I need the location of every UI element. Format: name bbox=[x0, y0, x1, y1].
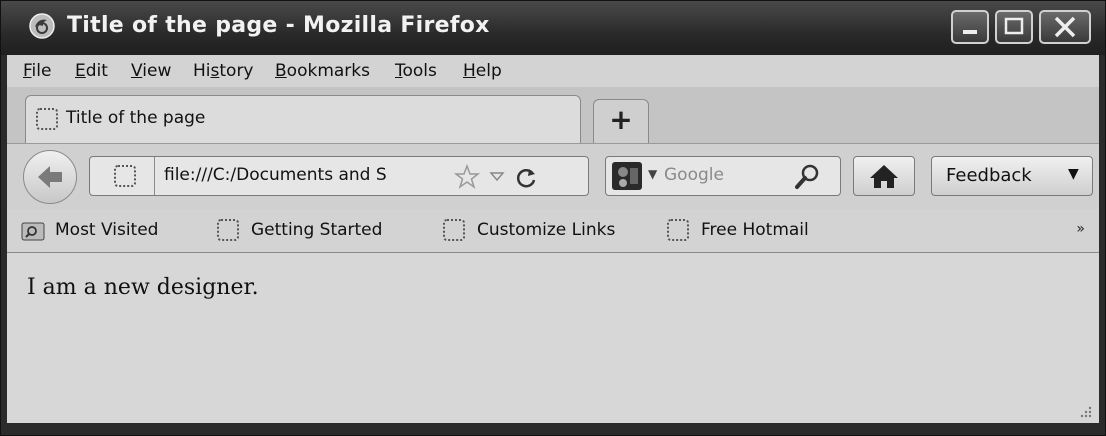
menu-file[interactable]: File bbox=[23, 61, 51, 81]
dropdown-arrow-icon[interactable] bbox=[488, 167, 506, 185]
window-bottom-border bbox=[1, 423, 1105, 435]
back-arrow-icon bbox=[38, 166, 62, 188]
tab-active[interactable]: Title of the page bbox=[25, 95, 581, 143]
bookmark-label: Getting Started bbox=[251, 220, 383, 240]
bookmarks-toolbar: Most Visited Getting Started Customize L… bbox=[7, 209, 1099, 253]
resize-grip-icon[interactable] bbox=[1077, 403, 1093, 419]
smart-folder-icon bbox=[21, 222, 45, 241]
menu-view-accel: V bbox=[131, 61, 143, 81]
navigation-bar: file:///C:/Documents and S ▼ Google Feed… bbox=[7, 143, 1099, 209]
bookmark-label: Customize Links bbox=[477, 220, 616, 240]
home-icon bbox=[870, 165, 898, 188]
maximize-button[interactable] bbox=[995, 10, 1033, 44]
page-icon bbox=[667, 219, 689, 241]
menu-bookmarks-accel: B bbox=[275, 61, 287, 81]
back-button[interactable] bbox=[23, 150, 77, 204]
menu-help[interactable]: Help bbox=[463, 61, 502, 81]
menu-view-label: iew bbox=[142, 61, 172, 81]
page-content: I am a new designer. bbox=[7, 253, 1099, 423]
feedback-label: Feedback bbox=[946, 165, 1032, 186]
minimize-icon bbox=[963, 30, 977, 34]
menu-help-accel: H bbox=[463, 61, 476, 81]
url-input[interactable]: file:///C:/Documents and S bbox=[164, 165, 387, 185]
search-box[interactable]: ▼ Google bbox=[605, 156, 841, 196]
minimize-button[interactable] bbox=[951, 10, 989, 44]
magnifier-icon[interactable] bbox=[792, 162, 822, 192]
close-button[interactable] bbox=[1039, 10, 1091, 44]
firefox-icon bbox=[29, 13, 55, 39]
menu-tools[interactable]: Tools bbox=[395, 61, 437, 81]
url-divider bbox=[154, 157, 155, 195]
bookmarks-overflow-chevron[interactable]: » bbox=[1076, 221, 1085, 237]
menu-history-label: tory bbox=[219, 61, 254, 81]
bookmark-label: Most Visited bbox=[55, 220, 159, 240]
bookmark-star-icon[interactable] bbox=[454, 164, 480, 190]
close-icon bbox=[1054, 16, 1076, 38]
tab-label: Title of the page bbox=[66, 108, 206, 128]
menu-edit-label: dit bbox=[85, 61, 108, 81]
menu-bar: File Edit View History Bookmarks Tools H… bbox=[7, 55, 1099, 87]
tab-strip: Title of the page + bbox=[7, 87, 1099, 143]
menu-edit-accel: E bbox=[75, 61, 86, 81]
menu-history-pre: Hi bbox=[193, 61, 211, 81]
menu-file-label: ile bbox=[31, 61, 52, 81]
menu-bookmarks-label: ookmarks bbox=[286, 61, 370, 81]
window-title: Title of the page - Mozilla Firefox bbox=[67, 13, 490, 38]
site-identity-icon[interactable] bbox=[114, 165, 136, 187]
menu-view[interactable]: View bbox=[131, 61, 171, 81]
reload-icon[interactable] bbox=[514, 165, 538, 189]
google-logo-icon bbox=[618, 167, 638, 187]
home-button[interactable] bbox=[853, 156, 915, 196]
menu-help-label: elp bbox=[475, 61, 502, 81]
title-bar[interactable]: Title of the page - Mozilla Firefox bbox=[1, 1, 1105, 55]
new-tab-button[interactable]: + bbox=[593, 99, 649, 143]
address-bar[interactable]: file:///C:/Documents and S bbox=[89, 156, 589, 196]
browser-window: Title of the page - Mozilla Firefox File… bbox=[0, 0, 1106, 436]
menu-edit[interactable]: Edit bbox=[75, 61, 108, 81]
menu-file-accel: F bbox=[23, 61, 32, 81]
menu-tools-label: ools bbox=[402, 61, 437, 81]
page-icon bbox=[443, 219, 465, 241]
engine-dropdown-icon[interactable]: ▼ bbox=[648, 167, 657, 181]
page-body-text: I am a new designer. bbox=[27, 275, 259, 300]
bookmark-label: Free Hotmail bbox=[701, 220, 809, 240]
feedback-dropdown-icon: ▼ bbox=[1068, 166, 1079, 182]
google-engine-icon[interactable] bbox=[612, 162, 642, 190]
menu-tools-accel: T bbox=[395, 61, 403, 81]
page-icon bbox=[36, 108, 58, 130]
feedback-button[interactable]: Feedback ▼ bbox=[931, 156, 1093, 196]
maximize-icon bbox=[1004, 17, 1024, 35]
search-input[interactable]: Google bbox=[664, 165, 724, 185]
menu-history[interactable]: History bbox=[193, 61, 254, 81]
page-icon bbox=[217, 219, 239, 241]
menu-bookmarks[interactable]: Bookmarks bbox=[275, 61, 370, 81]
